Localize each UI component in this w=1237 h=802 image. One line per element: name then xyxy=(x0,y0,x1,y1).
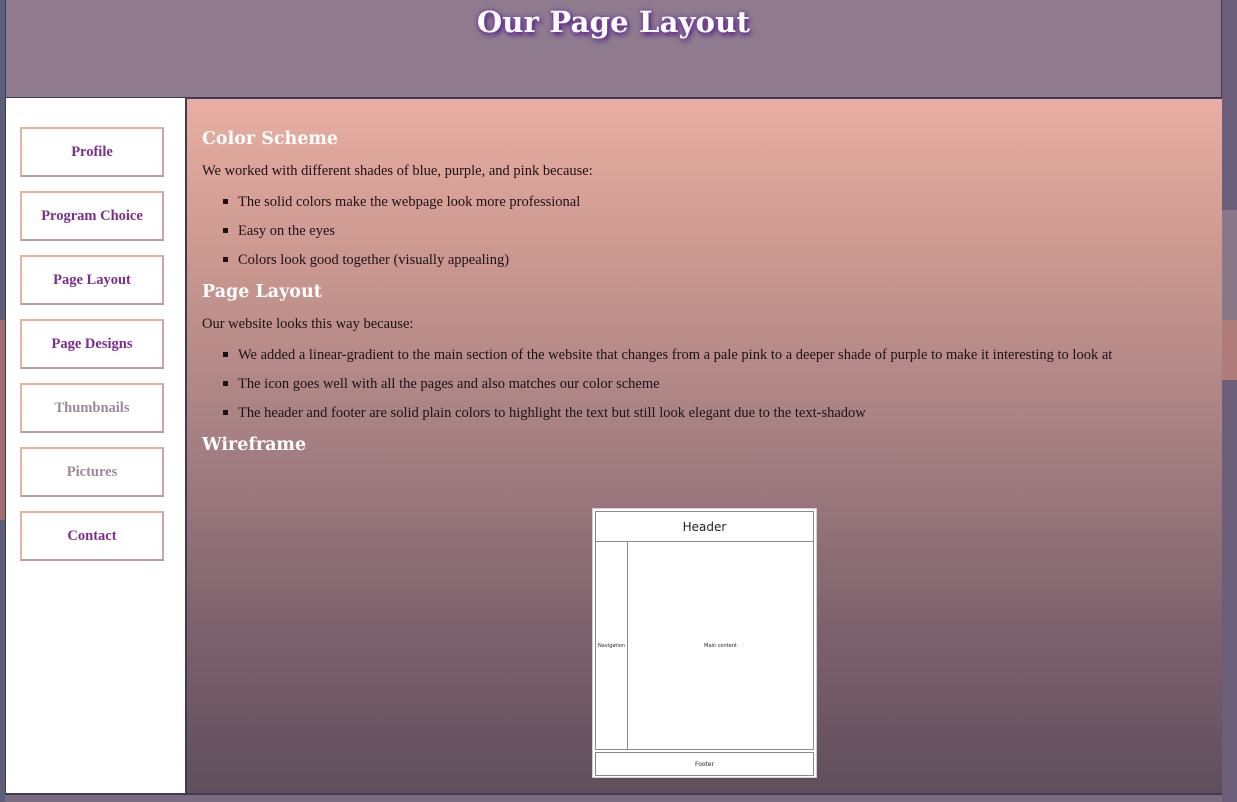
backdrop-strip xyxy=(1222,210,1237,320)
list-item: The icon goes well with all the pages an… xyxy=(223,376,1222,392)
list-item: Colors look good together (visually appe… xyxy=(223,252,1222,268)
nav-page-layout-button[interactable]: Page Layout xyxy=(20,255,164,305)
page-layout-intro: Our website looks this way because: xyxy=(202,316,414,332)
page-layout-list: We added a linear-gradient to the main s… xyxy=(223,347,1222,421)
wireframe-heading: Wireframe xyxy=(202,435,307,455)
nav-thumbnails-button[interactable]: Thumbnails xyxy=(20,383,164,433)
wireframe-header: Header xyxy=(595,511,814,542)
wireframe-navigation: Navigation xyxy=(595,541,628,750)
nav-pictures-button[interactable]: Pictures xyxy=(20,447,164,497)
main-content: Color Scheme We worked with different sh… xyxy=(187,98,1222,794)
wireframe-image: Header Navigation Main content Footer xyxy=(592,508,817,778)
nav-program-choice-button[interactable]: Program Choice xyxy=(20,191,164,241)
nav-profile-button[interactable]: Profile xyxy=(20,127,164,177)
wireframe-main: Main content xyxy=(627,541,814,750)
list-item: We added a linear-gradient to the main s… xyxy=(223,347,1222,363)
page-layout-heading: Page Layout xyxy=(202,282,322,302)
color-scheme-intro: We worked with different shades of blue,… xyxy=(202,163,593,179)
wireframe-footer: Footer xyxy=(595,752,814,776)
nav-contact-button[interactable]: Contact xyxy=(20,511,164,561)
page-header: Our Page Layout xyxy=(5,0,1222,98)
list-item: The header and footer are solid plain co… xyxy=(223,405,1222,421)
page-footer xyxy=(5,793,1222,802)
color-scheme-heading: Color Scheme xyxy=(202,129,339,149)
sidebar-nav: Profile Program Choice Page Layout Page … xyxy=(5,98,187,794)
backdrop-strip xyxy=(1222,320,1237,380)
color-scheme-list: The solid colors make the webpage look m… xyxy=(223,194,1222,268)
list-item: Easy on the eyes xyxy=(223,223,1222,239)
nav-page-designs-button[interactable]: Page Designs xyxy=(20,319,164,369)
page-title: Our Page Layout xyxy=(476,5,751,39)
list-item: The solid colors make the webpage look m… xyxy=(223,194,1222,210)
